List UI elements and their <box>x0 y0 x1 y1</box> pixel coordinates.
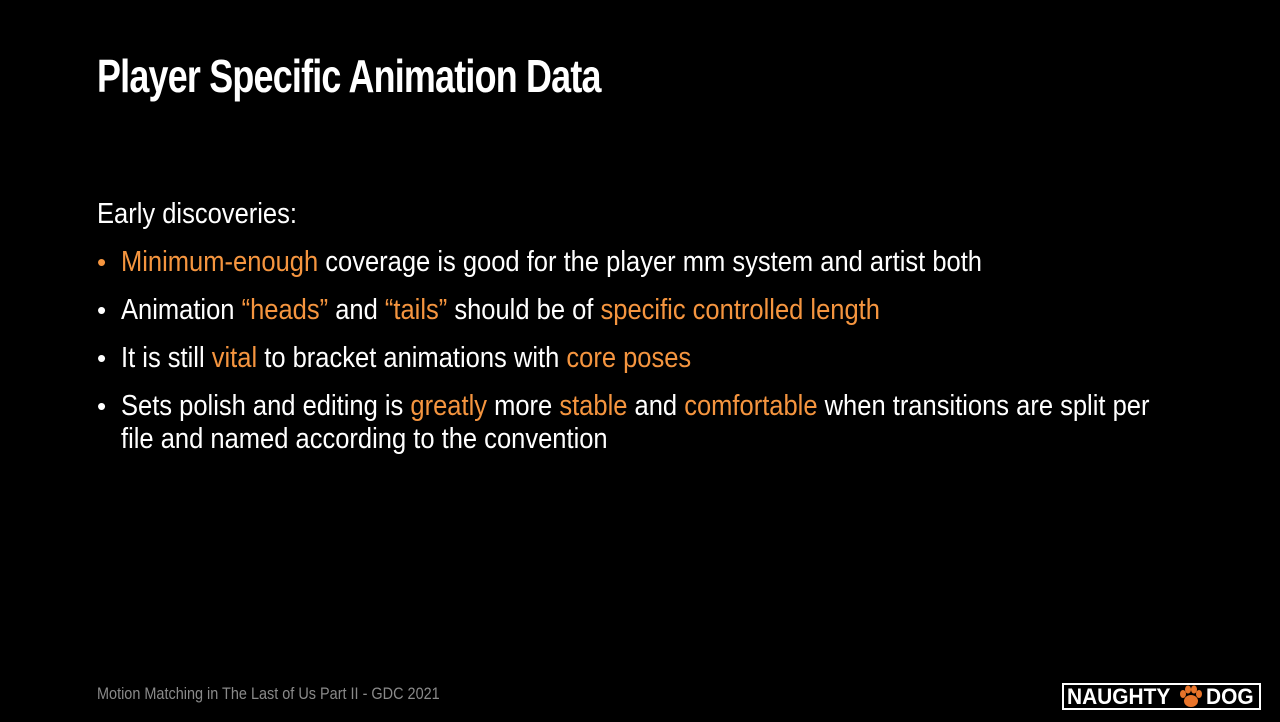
logo-right-word: DOG <box>1205 683 1254 709</box>
bullet-segment: Sets polish and editing is <box>121 390 411 422</box>
bullet-segment: more <box>487 390 560 422</box>
bullet-text: Animation “heads” and “tails” should be … <box>121 294 1159 327</box>
intro-label: Early discoveries: <box>97 198 297 230</box>
bullet-dot: • <box>97 295 107 325</box>
highlighted-text: greatly <box>410 390 488 422</box>
bullet-segment: coverage is good for the player mm syste… <box>318 246 982 278</box>
logo-box: NAUGHTY DOG <box>1062 683 1261 710</box>
bullet-line: Minimum-enough coverage is good for the … <box>121 246 1159 279</box>
naughty-dog-logo: NAUGHTY DOG <box>1062 683 1272 710</box>
bullet-item: • Animation “heads” and “tails” should be… <box>97 294 1207 327</box>
bullet-dot: • <box>97 247 107 277</box>
bullet-segment: to bracket animations with <box>257 342 567 374</box>
bullet-line: file and named according to the conventi… <box>121 423 1159 456</box>
bullet-item: • Sets polish and editing is greatly more… <box>97 390 1207 456</box>
bullet-line: It is still vital to bracket animations … <box>121 342 1159 375</box>
bullet-dot: • <box>97 343 107 373</box>
intro-text: Early discoveries: <box>97 198 1207 233</box>
bullet-segment: when transitions are split per <box>817 390 1150 422</box>
footer-text: Motion Matching in The Last of Us Part I… <box>97 684 440 703</box>
bullet-text: Minimum-enough coverage is good for the … <box>121 246 1159 279</box>
paw-icon <box>1179 685 1202 707</box>
highlighted-text: comfortable <box>684 390 818 422</box>
bullet-segment: file and named according to the conventi… <box>121 423 608 455</box>
bullet-segment: should be of <box>447 294 601 326</box>
highlighted-text: vital <box>211 342 258 374</box>
bullet-segment: and <box>328 294 385 326</box>
bullet-line: Sets polish and editing is greatly more … <box>121 390 1159 423</box>
highlighted-text: Minimum-enough <box>121 246 319 278</box>
bullet-text: It is still vital to bracket animations … <box>121 342 1159 375</box>
bullet-item: • It is still vital to bracket animations… <box>97 342 1207 375</box>
highlighted-text: stable <box>559 390 628 422</box>
bullet-line: Animation “heads” and “tails” should be … <box>121 294 1159 327</box>
bullet-list: • Minimum-enough coverage is good for the… <box>97 246 1207 456</box>
bullet-segment: and <box>627 390 685 422</box>
slide-title: Player Specific Animation Data <box>97 50 601 102</box>
slide-content: Early discoveries: • Minimum-enough cover… <box>97 198 1207 471</box>
highlighted-text: “heads” <box>241 294 329 326</box>
highlighted-text: specific controlled length <box>600 294 880 326</box>
bullet-segment: Animation <box>121 294 242 326</box>
highlighted-text: “tails” <box>384 294 448 326</box>
bullet-item: • Minimum-enough coverage is good for the… <box>97 246 1207 279</box>
bullet-dot: • <box>97 391 107 421</box>
bullet-text: Sets polish and editing is greatly more … <box>121 390 1159 456</box>
bullet-segment: It is still <box>121 342 212 374</box>
highlighted-text: core poses <box>566 342 692 374</box>
slide: Player Specific Animation Data Early dis… <box>0 0 1280 722</box>
logo-left-word: NAUGHTY <box>1067 683 1171 709</box>
